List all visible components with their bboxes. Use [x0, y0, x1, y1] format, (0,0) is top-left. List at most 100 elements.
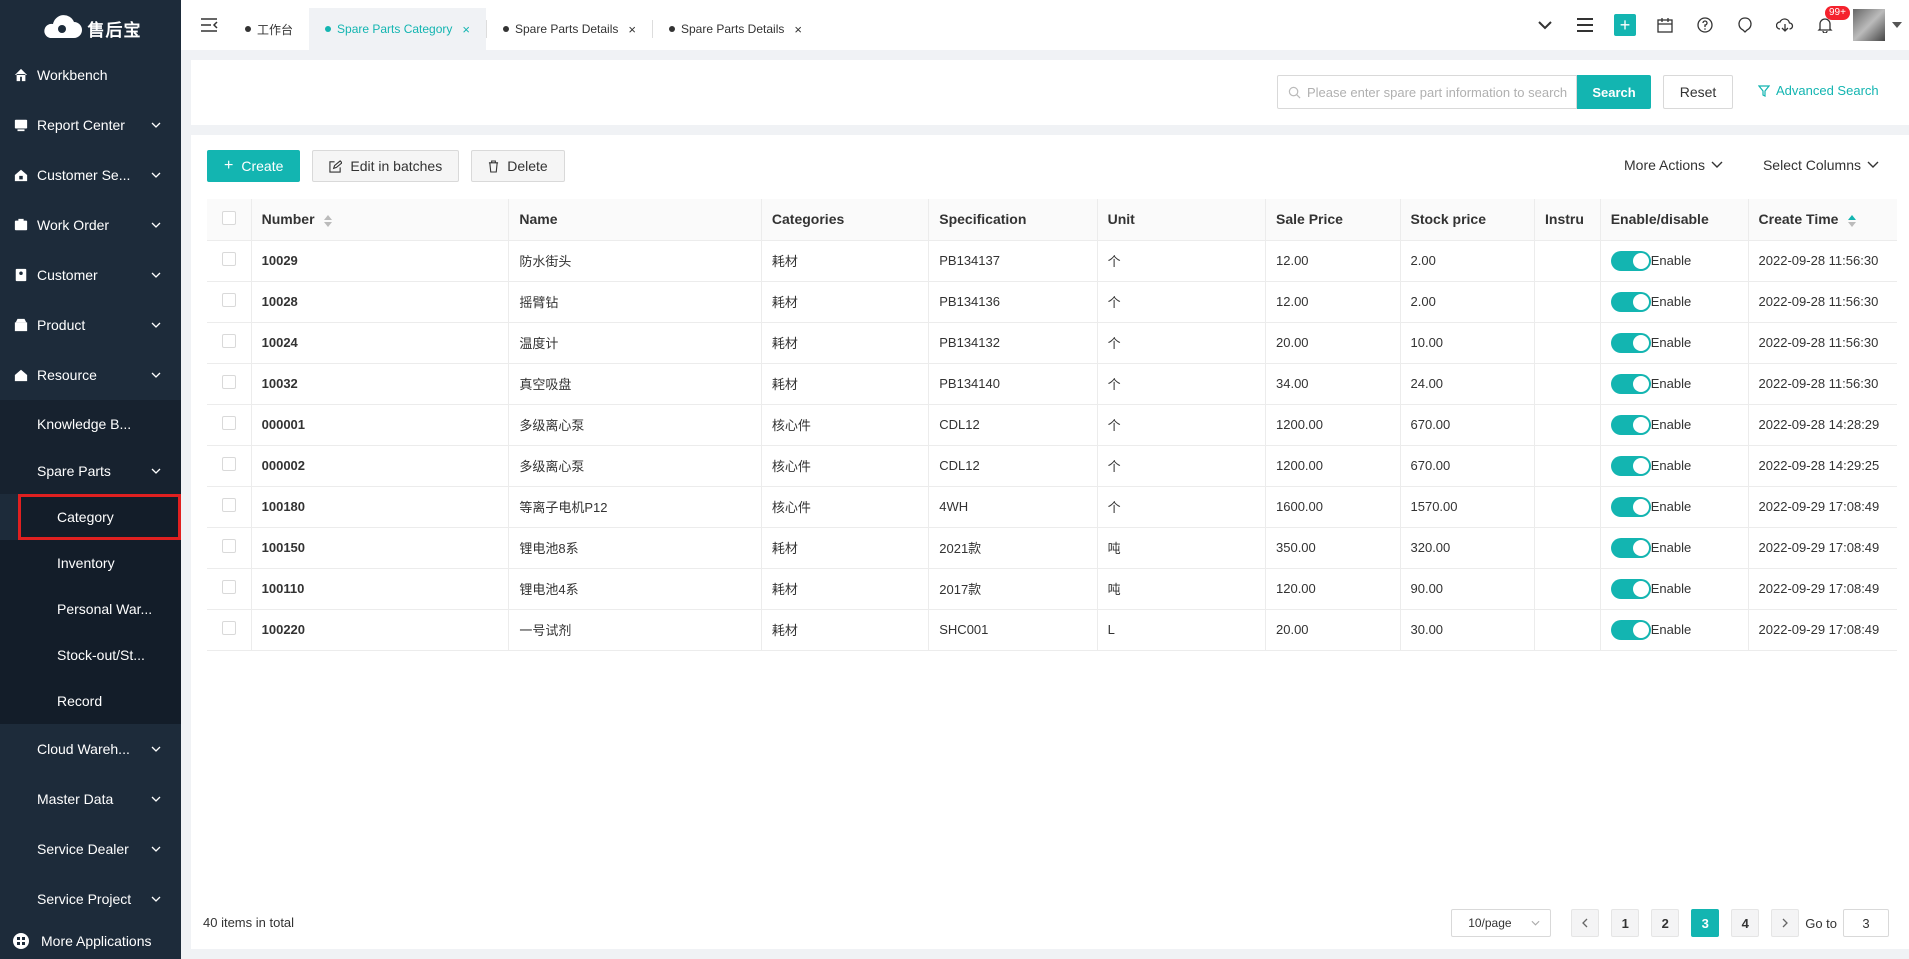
part-number-link[interactable]: 10032 — [251, 363, 510, 405]
enable-toggle[interactable] — [1610, 537, 1651, 558]
row-checkbox[interactable] — [221, 416, 236, 430]
row-select-cell[interactable] — [207, 527, 252, 569]
enable-toggle[interactable] — [1610, 496, 1651, 517]
page-button-1[interactable]: 1 — [1611, 909, 1640, 937]
caret-down-icon[interactable] — [1885, 22, 1909, 28]
delete-button[interactable]: Delete — [471, 150, 565, 182]
more-applications-button[interactable]: More Applications — [0, 923, 181, 959]
sidebar-item-workbench[interactable]: Workbench — [0, 50, 181, 100]
sidebar-item-report-center[interactable]: Report Center — [0, 100, 181, 150]
row-select-cell[interactable] — [207, 240, 252, 282]
prev-page-button[interactable] — [1571, 909, 1600, 937]
help-icon[interactable] — [1685, 0, 1725, 50]
part-number-link[interactable]: 10028 — [251, 281, 510, 323]
close-icon[interactable]: × — [628, 22, 636, 37]
sidebar-item-master-data[interactable]: Master Data — [0, 774, 181, 824]
goto-page-input[interactable]: 3 — [1843, 909, 1889, 937]
column-number[interactable]: Number — [251, 199, 510, 241]
row-select-cell[interactable] — [207, 322, 252, 364]
sidebar-item-cloud-wareh[interactable]: Cloud Wareh... — [0, 724, 181, 774]
enable-toggle[interactable] — [1610, 619, 1651, 640]
page-button-3[interactable]: 3 — [1691, 909, 1720, 937]
cloud-download-icon[interactable] — [1765, 0, 1805, 50]
sidebar-subitem-inventory[interactable]: Inventory — [0, 540, 181, 586]
create-button[interactable]: + Create — [207, 150, 301, 182]
select-all-cell[interactable] — [207, 199, 252, 241]
row-checkbox[interactable] — [221, 580, 236, 594]
calendar-icon[interactable] — [1645, 0, 1685, 50]
notification-bell-icon[interactable]: 99+ — [1805, 0, 1850, 50]
part-number-link[interactable]: 100220 — [251, 609, 510, 651]
tab-spare-parts-2[interactable]: Spare Parts Details × — [487, 8, 652, 50]
row-select-cell[interactable] — [207, 404, 252, 446]
enable-toggle[interactable] — [1610, 414, 1651, 435]
enable-toggle[interactable] — [1610, 332, 1651, 353]
list-menu-icon[interactable] — [1565, 0, 1605, 50]
row-checkbox[interactable] — [221, 498, 236, 512]
enable-toggle[interactable] — [1610, 455, 1651, 476]
avatar[interactable] — [1853, 9, 1885, 41]
row-checkbox[interactable] — [221, 293, 236, 307]
enable-toggle[interactable] — [1610, 250, 1651, 271]
enable-toggle[interactable] — [1610, 578, 1651, 599]
row-checkbox[interactable] — [221, 252, 236, 266]
edit-in-batches-button[interactable]: Edit in batches — [312, 150, 460, 182]
part-number-link[interactable]: 10024 — [251, 322, 510, 364]
column-create-time[interactable]: Create Time — [1748, 199, 1897, 241]
row-select-cell[interactable] — [207, 445, 252, 487]
row-checkbox[interactable] — [221, 457, 236, 471]
skin-theme-icon[interactable] — [1725, 0, 1765, 50]
sidebar-subitem-record[interactable]: Record — [0, 678, 181, 724]
quick-add-button[interactable]: + — [1605, 0, 1645, 50]
sidebar-item-work-order[interactable]: Work Order — [0, 200, 181, 250]
page-button-2[interactable]: 2 — [1651, 909, 1680, 937]
enable-toggle[interactable] — [1610, 373, 1651, 394]
sidebar-subitem-stock-out-st[interactable]: Stock-out/St... — [0, 632, 181, 678]
page-size-select[interactable]: 10/page — [1451, 909, 1552, 937]
row-select-cell[interactable] — [207, 486, 252, 528]
sort-icon[interactable] — [324, 214, 333, 227]
part-number-link[interactable]: 000002 — [251, 445, 510, 487]
sidebar-item-resource[interactable]: Resource — [0, 350, 181, 400]
close-icon[interactable]: × — [462, 22, 470, 37]
row-checkbox[interactable] — [221, 539, 236, 553]
close-icon[interactable]: × — [794, 22, 802, 37]
sidebar-subitem-personal-war[interactable]: Personal War... — [0, 586, 181, 632]
sidebar-subitem-category[interactable]: Category — [18, 494, 181, 540]
advanced-search-link[interactable]: Advanced Search — [1758, 83, 1879, 98]
row-select-cell[interactable] — [207, 363, 252, 405]
app-logo[interactable]: 售后宝 — [0, 0, 181, 50]
sort-ascending-icon[interactable] — [1848, 214, 1857, 227]
row-select-cell[interactable] — [207, 281, 252, 323]
page-button-4[interactable]: 4 — [1731, 909, 1760, 937]
row-select-cell[interactable] — [207, 609, 252, 651]
part-number-link[interactable]: 000001 — [251, 404, 510, 446]
tab-workbench[interactable]: 工作台 — [229, 8, 309, 50]
row-checkbox[interactable] — [221, 334, 236, 348]
sidebar-item-customer-se[interactable]: Customer Se... — [0, 150, 181, 200]
sidebar-item-knowledge-base[interactable]: Knowledge B... — [0, 400, 181, 447]
select-columns-dropdown[interactable]: Select Columns — [1763, 157, 1879, 173]
tab-spare-parts-3[interactable]: Spare Parts Details × — [653, 8, 818, 50]
tab-spare-parts-1[interactable]: Spare Parts Category × — [309, 8, 486, 50]
menu-collapse-icon[interactable] — [189, 18, 229, 32]
sidebar-item-spare-parts[interactable]: Spare Parts — [0, 447, 181, 494]
more-actions-dropdown[interactable]: More Actions — [1624, 157, 1723, 173]
part-number-link[interactable]: 100110 — [251, 568, 510, 610]
enable-toggle[interactable] — [1610, 291, 1651, 312]
search-field[interactable] — [1277, 75, 1577, 109]
chevron-down-icon[interactable] — [1525, 0, 1565, 50]
part-number-link[interactable]: 10029 — [251, 240, 510, 282]
row-checkbox[interactable] — [221, 375, 236, 389]
search-button[interactable]: Search — [1577, 75, 1651, 109]
select-all-checkbox[interactable] — [221, 210, 236, 225]
part-number-link[interactable]: 100150 — [251, 527, 510, 569]
sidebar-item-product[interactable]: Product — [0, 300, 181, 350]
part-number-link[interactable]: 100180 — [251, 486, 510, 528]
search-input[interactable] — [1307, 84, 1567, 100]
row-select-cell[interactable] — [207, 568, 252, 610]
next-page-button[interactable] — [1771, 909, 1800, 937]
sidebar-item-customer[interactable]: Customer — [0, 250, 181, 300]
row-checkbox[interactable] — [221, 621, 236, 635]
sidebar-item-service-dealer[interactable]: Service Dealer — [0, 824, 181, 874]
